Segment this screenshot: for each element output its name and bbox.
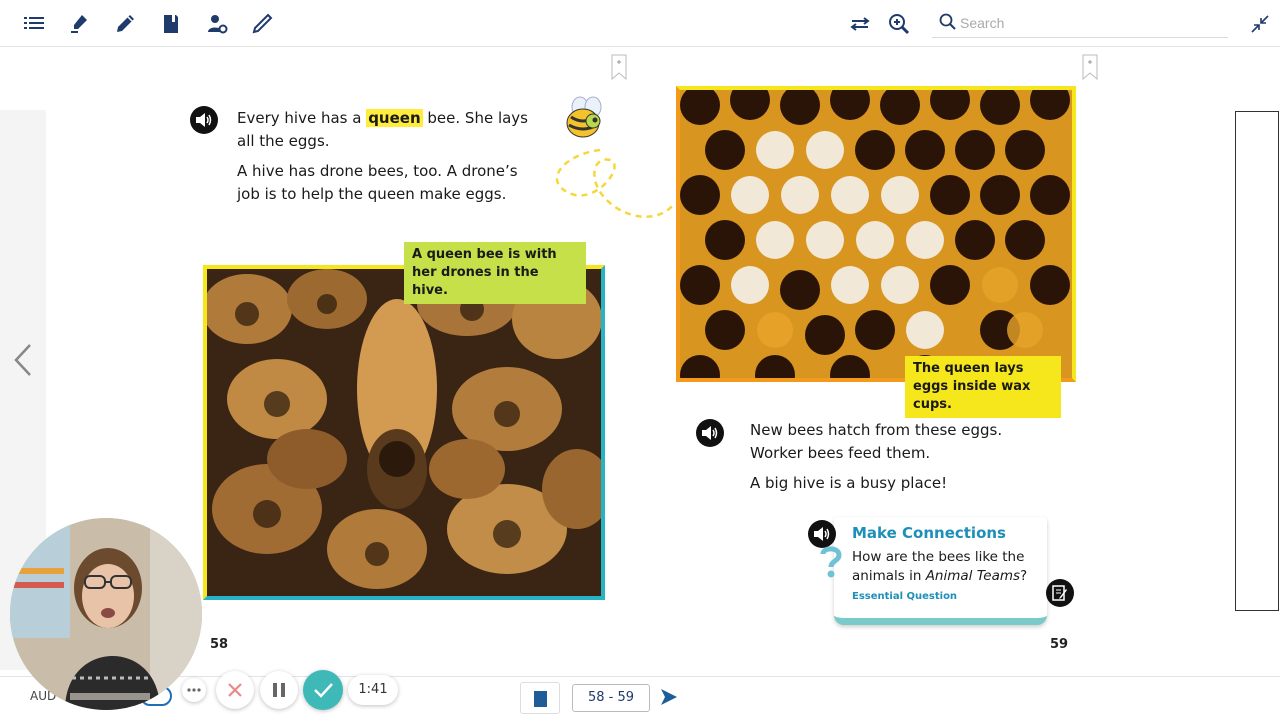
queen-bee-caption: A queen bee is with her drones in the hi… [404, 242, 586, 304]
pen-icon[interactable] [113, 12, 137, 36]
bookmark-icon-right[interactable] [1082, 54, 1098, 81]
right-side-panel[interactable] [1235, 111, 1279, 611]
highlighted-word: queen [366, 109, 423, 127]
hatch-paragraph: New bees hatch from these eggs. Worker b… [750, 421, 1003, 462]
bee-illustration [545, 95, 675, 255]
honeycomb-photo [676, 86, 1076, 382]
go-to-page-arrow-icon[interactable] [658, 686, 680, 708]
notebook-icon[interactable] [159, 12, 183, 36]
intro-paragraph: Every hive has a queen bee. She lays all… [237, 107, 537, 153]
recording-timer: 1:41 [348, 675, 398, 705]
intro-text-start: Every hive has a [237, 109, 367, 127]
pencil-icon[interactable] [250, 12, 274, 36]
teacher-webcam-video [10, 518, 202, 710]
make-connections-box: Make Connections How are the bees like t… [834, 517, 1047, 625]
audio-speaker-icon-right[interactable] [696, 419, 724, 447]
audio-speaker-icon-connections[interactable] [808, 520, 836, 548]
confirm-check-button[interactable] [303, 670, 343, 710]
more-options-button[interactable] [182, 678, 206, 702]
busy-hive-paragraph: A big hive is a busy place! [750, 474, 948, 492]
search-icon [938, 12, 958, 32]
fit-width-icon[interactable] [848, 12, 872, 36]
bookmark-icon[interactable] [611, 54, 627, 81]
page-number-right: 59 [1050, 637, 1069, 652]
question-text-end: ? [1020, 568, 1028, 584]
drone-paragraph: A hive has drone bees, too. A drone’s jo… [237, 162, 518, 203]
list-icon[interactable] [22, 12, 46, 36]
audio-speaker-icon[interactable] [190, 106, 218, 134]
search-box [932, 8, 1228, 38]
pause-button[interactable] [260, 671, 298, 709]
honeycomb-caption: The queen lays eggs inside wax cups. [905, 356, 1061, 418]
page-range-input[interactable]: 58 - 59 [572, 684, 650, 712]
queen-bee-photo [203, 265, 605, 600]
top-toolbar [0, 0, 1280, 47]
question-mark-icon [818, 545, 844, 579]
highlighter-icon[interactable] [67, 12, 91, 36]
search-input[interactable] [960, 12, 1220, 34]
close-recording-button[interactable] [216, 671, 254, 709]
previous-page-arrow-icon[interactable] [8, 340, 38, 380]
question-book-title: Animal Teams [925, 568, 1021, 584]
page-number-left: 58 [210, 637, 229, 652]
collapse-icon[interactable] [1248, 12, 1272, 36]
notes-edit-icon[interactable] [1046, 579, 1074, 607]
essential-question-tag: Essential Question [852, 591, 958, 602]
stop-button[interactable] [520, 682, 560, 714]
make-connections-question: How are the bees like the animals in Ani… [852, 548, 1040, 606]
person-settings-icon[interactable] [205, 12, 229, 36]
make-connections-title: Make Connections [852, 524, 1006, 542]
zoom-in-icon[interactable] [887, 12, 911, 36]
